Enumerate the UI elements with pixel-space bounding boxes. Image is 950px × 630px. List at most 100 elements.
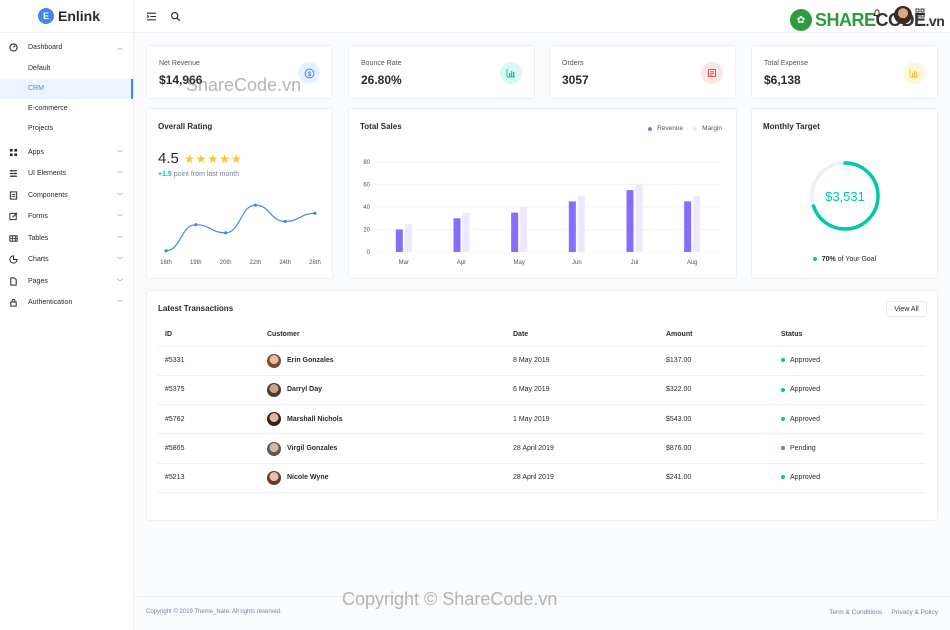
rating-point	[283, 219, 287, 224]
latest-transactions-card: Latest Transactions View All ID Customer…	[146, 290, 938, 521]
sidebar-subitem-default[interactable]: Default	[0, 59, 133, 79]
table-header-status: Status	[774, 324, 926, 347]
sidebar-nav: Dashboard ︿ Default CRM E-commerce Proje…	[0, 33, 133, 314]
overall-rating-card: Overall Rating 4.5 ★★★★★ +1.5 point from…	[146, 108, 333, 279]
table-row[interactable]: #5375 Darryl Day 6 May 2019 $322.00 Appr…	[158, 375, 926, 406]
status-dot	[781, 475, 785, 480]
y-tick-label: 20	[363, 228, 370, 234]
status-badge: Approved	[790, 357, 820, 365]
user-avatar[interactable]	[894, 6, 912, 24]
x-tick-label: Mar	[399, 260, 409, 266]
sidebar-item-authentication[interactable]: Authentication ﹀	[0, 292, 133, 314]
footer-link-terms[interactable]: Term & Conditions	[829, 609, 882, 616]
rating-line-chart: 16th 19th 20th 22th 24th 26th	[160, 203, 321, 266]
stat-label: Total Expense	[764, 60, 808, 67]
table-header-row: ID Customer Date Amount Status	[158, 324, 926, 347]
target-goal-label: of Your Goal	[835, 256, 877, 263]
table-row[interactable]: #5213 Nicole Wyne 28 April 2019 $241.00 …	[158, 463, 926, 493]
table-header-amount: Amount	[659, 324, 774, 347]
chevron-down-icon: ﹀	[116, 172, 123, 179]
sidebar-item-charts[interactable]: Charts ﹀	[0, 249, 133, 271]
watermark-text: ShareCode.vn	[186, 75, 302, 95]
stat-card-orders: Orders 3057	[549, 45, 736, 99]
stat-label: Bounce Rate	[361, 60, 402, 67]
cell-id: #5213	[158, 463, 260, 493]
table-row[interactable]: #5331 Erin Gonzales 8 May 2019 $137.00 A…	[158, 346, 926, 376]
cell-customer: Marshall Nichols	[267, 412, 506, 427]
bar-chart-icon	[500, 62, 522, 84]
bar-margin	[635, 184, 643, 252]
bar-revenue	[511, 212, 519, 252]
monthly-target-card: Monthly Target $3,531 70% of Your Goal	[751, 108, 938, 279]
brand-mark: E	[38, 8, 54, 24]
status-badge: Approved	[790, 386, 820, 394]
bar-chart-icon	[903, 62, 925, 84]
sidebar-item-tables[interactable]: Tables ﹀	[0, 228, 133, 250]
table-row[interactable]: #5865 Virgil Gonzales 28 April 2019 $876…	[158, 433, 926, 464]
chevron-down-icon: ﹀	[116, 258, 123, 265]
sidebar-item-label: Tables	[28, 234, 49, 242]
avatar	[267, 412, 281, 427]
x-tick-label: Apr	[457, 260, 466, 266]
sharecode-text-1: SHARE	[815, 9, 876, 30]
svg-text:$: $	[307, 71, 311, 78]
footer-copyright: Copyright © 2019 Theme_Nate. All rights …	[146, 609, 282, 615]
cell-amount: $241.00	[659, 463, 774, 493]
cell-amount: $322.00	[659, 375, 774, 406]
sidebar-subitem-ecommerce[interactable]: E-commerce	[0, 99, 133, 119]
stat-card-bounce-rate: Bounce Rate 26.80%	[348, 45, 535, 99]
search-icon[interactable]	[170, 11, 181, 22]
sharecode-mark-icon: ✿	[790, 9, 812, 31]
view-all-button[interactable]: View All	[886, 301, 927, 317]
dashboard-icon	[9, 43, 18, 52]
sidebar-subitem-projects[interactable]: Projects	[0, 119, 133, 139]
target-goal-text: 70% of Your Goal	[752, 256, 937, 263]
chevron-down-icon: ﹀	[116, 150, 123, 157]
cell-id: #5331	[158, 346, 260, 376]
rating-point	[164, 249, 168, 253]
grid-icon[interactable]	[915, 8, 925, 18]
cell-customer: Virgil Gonzales	[267, 441, 506, 456]
table-header-customer: Customer	[260, 324, 506, 347]
sidebar-item-label: Pages	[28, 277, 48, 285]
chevron-down-icon: ﹀	[116, 279, 123, 286]
status-dot	[812, 257, 817, 262]
table-header-id: ID	[158, 324, 260, 347]
sidebar-item-label: Components	[28, 191, 68, 199]
lock-icon	[9, 298, 18, 307]
watermark-copyright: Copyright © ShareCode.vn	[342, 589, 558, 609]
cell-amount: $137.00	[659, 346, 774, 376]
sidebar-item-pages[interactable]: Pages ﹀	[0, 271, 133, 293]
sidebar-item-components[interactable]: Components ﹀	[0, 185, 133, 207]
sidebar-item-forms[interactable]: Forms ﹀	[0, 206, 133, 228]
sidebar-subitem-crm[interactable]: CRM	[0, 78, 133, 99]
footer-links: Term & Conditions Privacy & Policy	[829, 609, 938, 616]
cell-id: #5375	[158, 375, 260, 406]
charts-icon	[9, 255, 18, 264]
chevron-up-icon: ︿	[116, 46, 123, 53]
cell-amount: $543.00	[659, 404, 774, 435]
brand-logo[interactable]: E Enlink	[0, 0, 133, 33]
rating-point	[224, 231, 228, 235]
bell-icon[interactable]	[872, 8, 882, 18]
cell-date: 1 May 2019	[506, 404, 659, 435]
sidebar-item-dashboard[interactable]: Dashboard ︿	[0, 37, 133, 59]
cell-date: 6 May 2019	[506, 375, 659, 406]
table-row[interactable]: #5762 Marshall Nichols 1 May 2019 $543.0…	[158, 404, 926, 435]
total-sales-card: Total Sales Revenue Margin 0 20 40 60 80 Mar A…	[348, 108, 737, 279]
status-badge: Approved	[790, 474, 820, 482]
footer-link-privacy[interactable]: Privacy & Policy	[891, 609, 938, 616]
bar-margin	[577, 195, 585, 252]
tables-icon	[9, 234, 18, 243]
sidebar-item-apps[interactable]: Apps ﹀	[0, 142, 133, 164]
bar-revenue	[684, 201, 692, 252]
cell-date: 28 April 2019	[506, 463, 659, 493]
y-tick-label: 40	[363, 205, 370, 211]
sidebar-item-ui-elements[interactable]: UI Elements ﹀	[0, 163, 133, 185]
bar-revenue	[453, 218, 461, 252]
orders-icon	[701, 62, 723, 84]
cell-id: #5762	[158, 404, 260, 435]
customer-name: Erin Gonzales	[287, 357, 334, 365]
menu-fold-icon[interactable]	[146, 11, 157, 22]
stat-value: $6,138	[764, 73, 801, 87]
